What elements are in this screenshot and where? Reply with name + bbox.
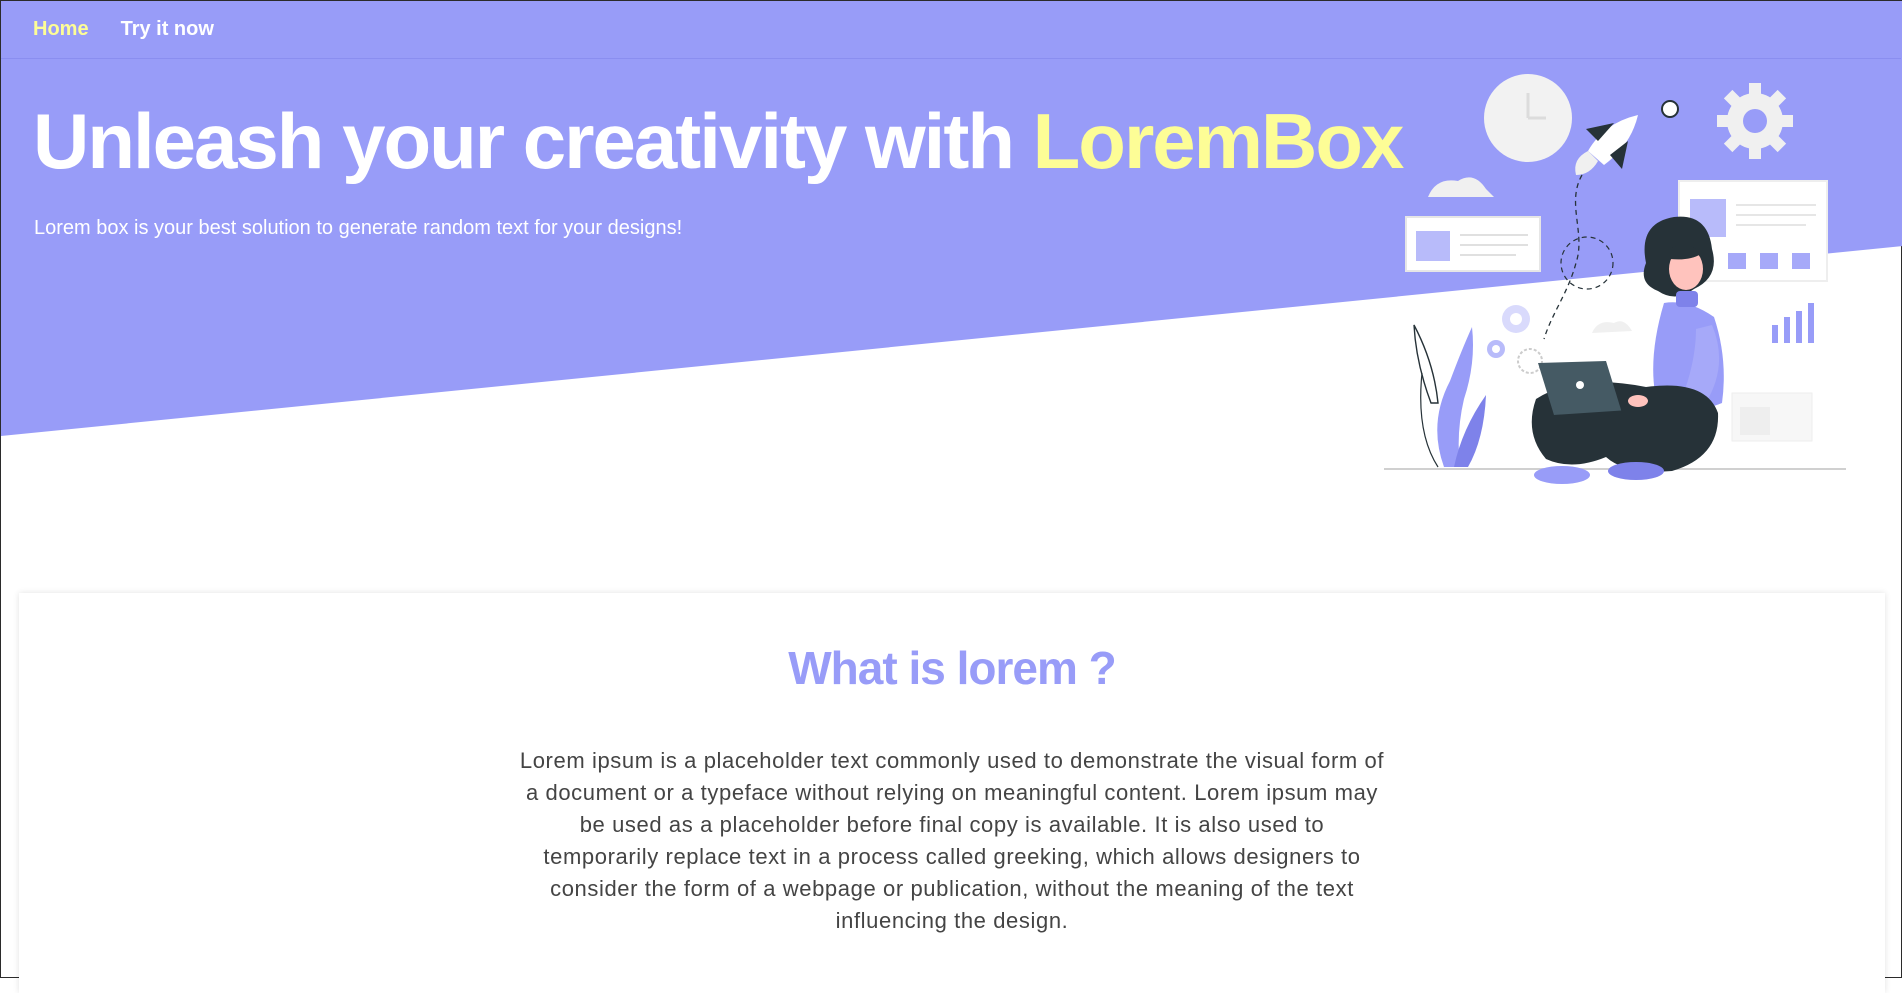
hero-title: Unleash your creativity with LoremBox — [33, 97, 1405, 185]
nav-try-it-now-link[interactable]: Try it now — [121, 18, 214, 41]
window-card-icon — [1405, 216, 1541, 272]
clock-icon — [1484, 74, 1572, 162]
hero-title-text: Unleash your creativity with — [33, 97, 1033, 185]
section-description: Lorem ipsum is a placeholder text common… — [519, 748, 1385, 933]
nav-home-link[interactable]: Home — [33, 18, 89, 41]
section-title: What is lorem ? — [788, 642, 1116, 694]
hero-brand-name: LoremBox — [1032, 97, 1405, 185]
top-navbar: Home Try it now — [1, 1, 1901, 59]
bar-chart-icon — [1772, 303, 1814, 343]
gear-icon — [1717, 83, 1793, 159]
woman-with-laptop-illustration — [1384, 74, 1846, 484]
plant-icon — [1413, 324, 1486, 468]
woman-figure — [1531, 216, 1724, 484]
what-is-lorem-section: What is lorem ? Lorem ipsum is a placeho… — [19, 593, 1885, 993]
small-gears-icon — [1487, 305, 1543, 374]
hero-subtitle: Lorem box is your best solution to gener… — [34, 217, 683, 239]
